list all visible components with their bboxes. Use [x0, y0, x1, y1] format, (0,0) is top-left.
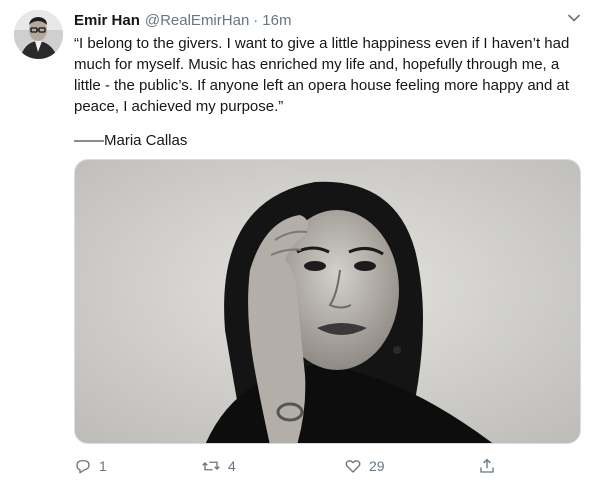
retweet-count: 4 — [228, 458, 236, 474]
reply-count: 1 — [99, 458, 107, 474]
avatar-photo — [14, 10, 63, 59]
portrait-photo — [75, 160, 580, 443]
reply-icon — [76, 460, 90, 474]
tweet-header: Emir Han @RealEmirHan · 16m — [74, 10, 291, 30]
tweet-signature: ——Maria Callas — [74, 132, 188, 149]
like-button[interactable]: 29 — [344, 454, 385, 478]
tweet-photo[interactable] — [74, 159, 581, 444]
share-icon — [480, 458, 494, 473]
reply-button[interactable]: 1 — [74, 454, 107, 478]
share-button[interactable] — [478, 454, 496, 478]
like-count: 29 — [369, 458, 385, 474]
author-handle[interactable]: @RealEmirHan — [145, 12, 249, 29]
tweet-card[interactable]: Emir Han @RealEmirHan · 16m “I belong to… — [0, 0, 598, 487]
tweet-actions: 1 4 29 — [74, 454, 584, 478]
tweet-text: “I belong to the givers. I want to give … — [74, 35, 570, 115]
retweet-button[interactable]: 4 — [201, 454, 236, 478]
tweet-timestamp[interactable]: 16m — [262, 12, 291, 29]
retweet-icon — [202, 461, 220, 471]
chevron-down-icon[interactable] — [566, 10, 582, 26]
avatar[interactable] — [14, 10, 63, 59]
author-name[interactable]: Emir Han — [74, 12, 140, 29]
heart-icon — [345, 460, 361, 473]
separator-dot: · — [253, 11, 259, 29]
